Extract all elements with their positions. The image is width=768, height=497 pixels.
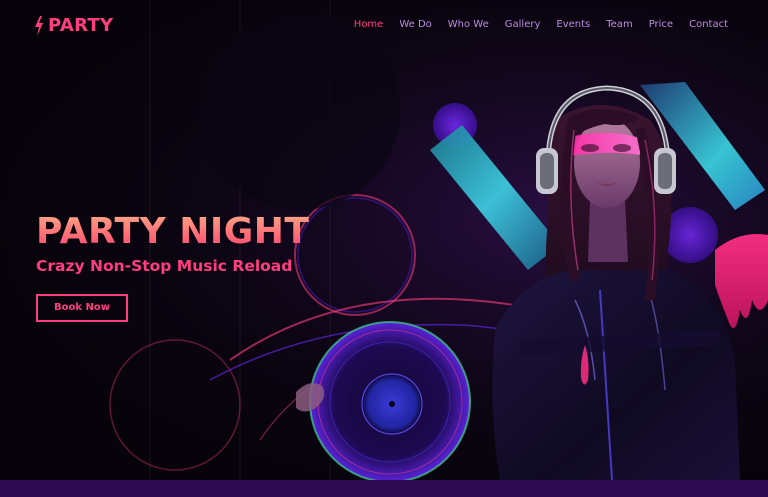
main-nav: Home We Do Who We Gallery Events Team Pr… (354, 19, 728, 31)
nav-link-we-do[interactable]: We Do (399, 19, 431, 31)
nav-link-who-we[interactable]: Who We (448, 19, 489, 31)
hero-subtitle: Crazy Non-Stop Music Reload (36, 257, 293, 275)
nav-item-we-do: We Do (399, 19, 431, 31)
nav-link-team[interactable]: Team (606, 19, 632, 31)
nav-item-gallery: Gallery (505, 19, 541, 31)
book-now-button[interactable]: Book Now (36, 294, 128, 322)
nav-item-contact: Contact (689, 19, 728, 31)
page: PARTY Home We Do Who We Gallery Events T… (0, 0, 768, 497)
nav-link-contact[interactable]: Contact (689, 19, 728, 31)
vinyl-record (309, 321, 471, 480)
nav-link-gallery[interactable]: Gallery (505, 19, 541, 31)
nav-item-who-we: Who We (448, 19, 489, 31)
brand-logo[interactable]: PARTY (34, 16, 113, 36)
bottom-section-edge (0, 480, 768, 497)
nav-link-home[interactable]: Home (354, 19, 384, 31)
nav-item-home: Home (354, 19, 384, 31)
nav-link-price[interactable]: Price (649, 19, 673, 31)
lightning-bolt-icon (35, 16, 43, 36)
nav-item-price: Price (649, 19, 673, 31)
nav-link-events[interactable]: Events (556, 19, 590, 31)
brand-name: PARTY (48, 15, 114, 36)
top-navbar: PARTY Home We Do Who We Gallery Events T… (0, 0, 768, 52)
nav-item-team: Team (606, 19, 632, 31)
hero-title: PARTY NIGHT (36, 211, 310, 252)
nav-item-events: Events (556, 19, 590, 31)
